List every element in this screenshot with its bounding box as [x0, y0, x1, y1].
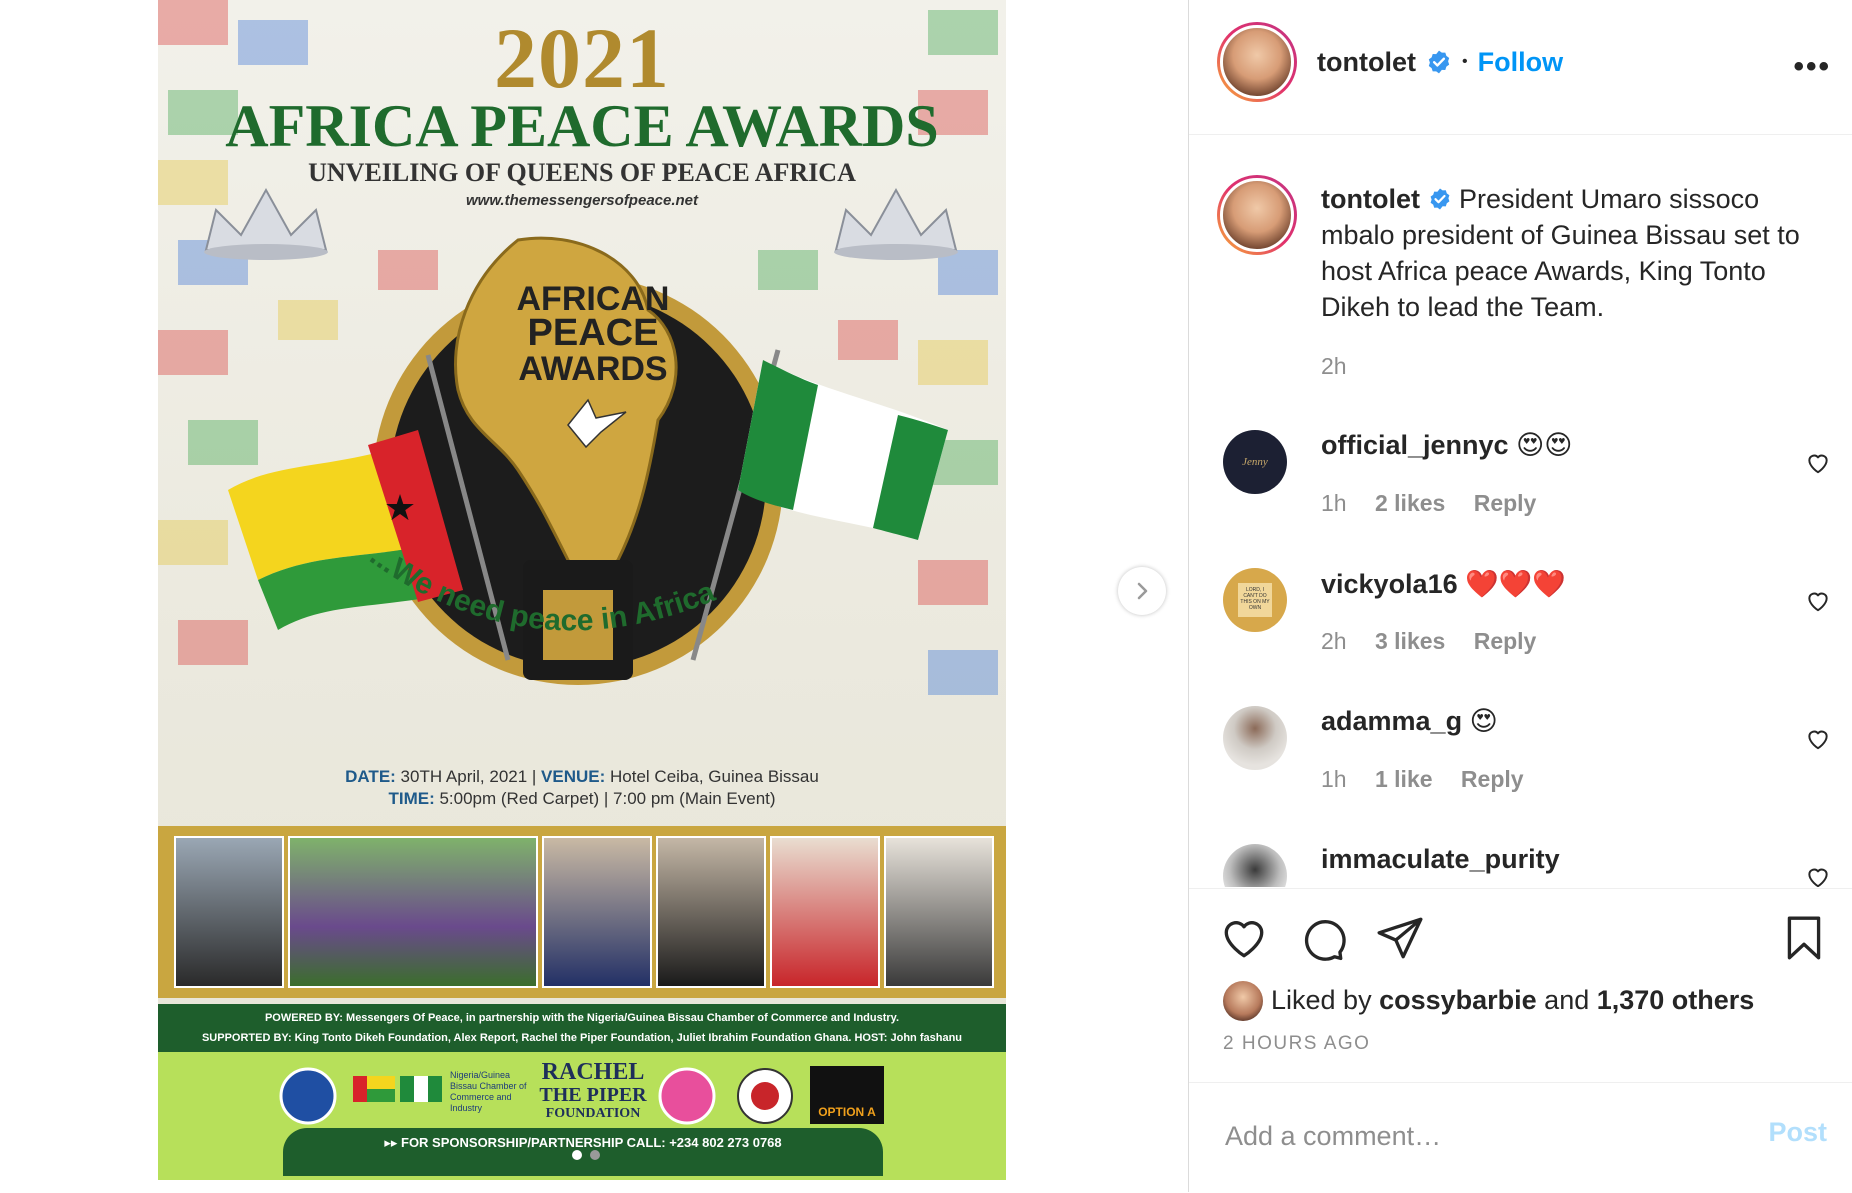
powered-by-text: POWERED BY: Messengers Of Peace, in part…	[264, 1012, 900, 1024]
rachel-the-piper-logo: RACHEL THE PIPER FOUNDATION	[539, 1059, 647, 1121]
photo-host	[174, 836, 284, 988]
header-separator: •	[1461, 53, 1468, 70]
supported-by-text: SUPPORTED BY: King Tonto Dikeh Foundatio…	[201, 1032, 963, 1044]
liked-by-avatar[interactable]	[1223, 981, 1263, 1021]
post-header: tontolet • Follow •••	[1189, 0, 1852, 135]
comment-line: vickyola16 ❤️❤️❤️	[1321, 568, 1566, 600]
follow-button[interactable]: Follow	[1478, 47, 1563, 78]
alex-report-logo	[737, 1068, 793, 1124]
comment-text: 😍😍	[1516, 430, 1573, 460]
liked-by-others[interactable]: 1,370 others	[1597, 985, 1755, 1015]
header-avatar	[1220, 25, 1294, 99]
comment-username[interactable]: official_jennyc	[1321, 430, 1509, 460]
photo-celebrity-1	[542, 836, 652, 988]
comment-username[interactable]: vickyola16	[1321, 569, 1458, 599]
header-user-row: tontolet • Follow	[1317, 42, 1563, 82]
messengers-of-peace-logo	[279, 1067, 337, 1125]
comment-meta: 1h 2 likes Reply	[1321, 490, 1558, 517]
chevron-right-icon	[1137, 582, 1148, 600]
comment-heart-icon[interactable]	[1805, 864, 1831, 887]
comment-avatar[interactable]: Jenny	[1223, 430, 1287, 494]
photo-celebrity-3	[770, 836, 880, 988]
post-actions: Liked by cossybarbie and 1,370 others 2 …	[1189, 888, 1852, 1083]
heart-icon[interactable]	[1219, 913, 1269, 963]
comment-line: adamma_g 😍	[1321, 706, 1498, 737]
verified-badge-icon	[1428, 50, 1450, 74]
crossed-flags-logo	[353, 1076, 442, 1102]
add-comment-input[interactable]	[1223, 1113, 1707, 1159]
comment-reply-button[interactable]: Reply	[1474, 490, 1537, 516]
caption-avatar	[1220, 178, 1294, 252]
comment-icon[interactable]	[1297, 913, 1347, 963]
comment-reply-button[interactable]: Reply	[1461, 766, 1524, 792]
comment-avatar[interactable]	[1223, 706, 1287, 770]
poster-credits-band: POWERED BY: Messengers Of Peace, in part…	[158, 1004, 1006, 1052]
comment-time: 2h	[1321, 628, 1347, 654]
emblem-text-line2: PEACE	[528, 312, 659, 354]
add-comment-bar: Post	[1189, 1082, 1852, 1193]
comment-line: official_jennyc 😍😍	[1321, 430, 1572, 461]
carousel-dot-active	[572, 1150, 582, 1160]
photo-celebrity-2	[656, 836, 766, 988]
more-options-icon[interactable]: •••	[1793, 50, 1831, 84]
share-icon[interactable]	[1375, 913, 1425, 963]
chamber-of-commerce-text: Nigeria/Guinea Bissau Chamber of Commerc…	[450, 1070, 527, 1113]
option-a-logo: OPTION A	[810, 1066, 884, 1124]
caption-avatar-ring[interactable]	[1217, 175, 1297, 255]
comment-likes[interactable]: 1 like	[1375, 766, 1433, 792]
comment-heart-icon[interactable]	[1805, 726, 1831, 752]
caption-time: 2h	[1321, 353, 1347, 379]
comment-heart-icon[interactable]	[1805, 450, 1831, 476]
comment-username[interactable]: immaculate_purity	[1321, 844, 1560, 874]
foundation-logo-pink	[658, 1067, 716, 1125]
comment-meta: 1h 1 like Reply	[1321, 766, 1546, 793]
comment-meta: 2h 3 likes Reply	[1321, 628, 1558, 655]
sponsorship-call-banner: ▸▸ FOR SPONSORSHIP/PARTNERSHIP CALL: +23…	[283, 1128, 883, 1176]
comment-username[interactable]: adamma_g	[1321, 706, 1462, 736]
comment-avatar[interactable]	[1223, 844, 1287, 887]
caption-block: tontolet President Umaro sissoco mbalo p…	[1321, 181, 1821, 325]
comment-avatar[interactable]: LORD, I CAN'T DO THIS ON MY OWN	[1223, 568, 1287, 632]
comment-time: 1h	[1321, 490, 1347, 516]
header-avatar-ring[interactable]	[1217, 22, 1297, 102]
header-username[interactable]: tontolet	[1317, 47, 1416, 78]
comment-likes[interactable]: 3 likes	[1375, 628, 1445, 654]
svg-text:★: ★	[384, 487, 416, 528]
post-sidebar: tontolet • Follow ••• tontolet President…	[1188, 0, 1852, 1192]
event-poster-image: 2021 AFRICA PEACE AWARDS UNVEILING OF QU…	[158, 0, 1006, 1180]
photo-celebrity-4	[884, 836, 994, 988]
emblem-text-line3: AWARDS	[518, 350, 667, 388]
comment-text: 😍	[1469, 706, 1498, 736]
liked-by-user[interactable]: cossybarbie	[1379, 985, 1537, 1015]
comment-reply-button[interactable]: Reply	[1474, 628, 1537, 654]
comment-likes[interactable]: 2 likes	[1375, 490, 1445, 516]
post-timestamp: 2 HOURS AGO	[1223, 1033, 1371, 1054]
poster-photo-strip	[158, 826, 1006, 998]
bookmark-icon[interactable]	[1779, 913, 1829, 963]
comments-section: tontolet President Umaro sissoco mbalo p…	[1189, 135, 1852, 887]
comment-time: 1h	[1321, 766, 1347, 792]
comment-line: immaculate_purity	[1321, 844, 1560, 875]
post-comment-button[interactable]: Post	[1768, 1117, 1827, 1148]
carousel-next-button[interactable]	[1118, 567, 1166, 615]
comment-heart-icon[interactable]	[1805, 588, 1831, 614]
poster-event-details: DATE: 30TH April, 2021 | VENUE: Hotel Ce…	[345, 767, 819, 808]
liked-by-text: Liked by cossybarbie and 1,370 others	[1271, 985, 1755, 1015]
photo-queens-group	[288, 836, 538, 988]
carousel-dot-inactive	[590, 1150, 600, 1160]
caption-username[interactable]: tontolet	[1321, 184, 1420, 214]
verified-badge-icon	[1430, 188, 1449, 210]
comment-text: ❤️❤️❤️	[1465, 569, 1566, 599]
award-emblem-graphic: AFRICAN PEACE AWARDS ★ ...We need peace …	[228, 236, 948, 685]
poster-title: AFRICA PEACE AWARDS	[225, 93, 939, 159]
post-media: 2021 AFRICA PEACE AWARDS UNVEILING OF QU…	[0, 0, 1188, 1192]
